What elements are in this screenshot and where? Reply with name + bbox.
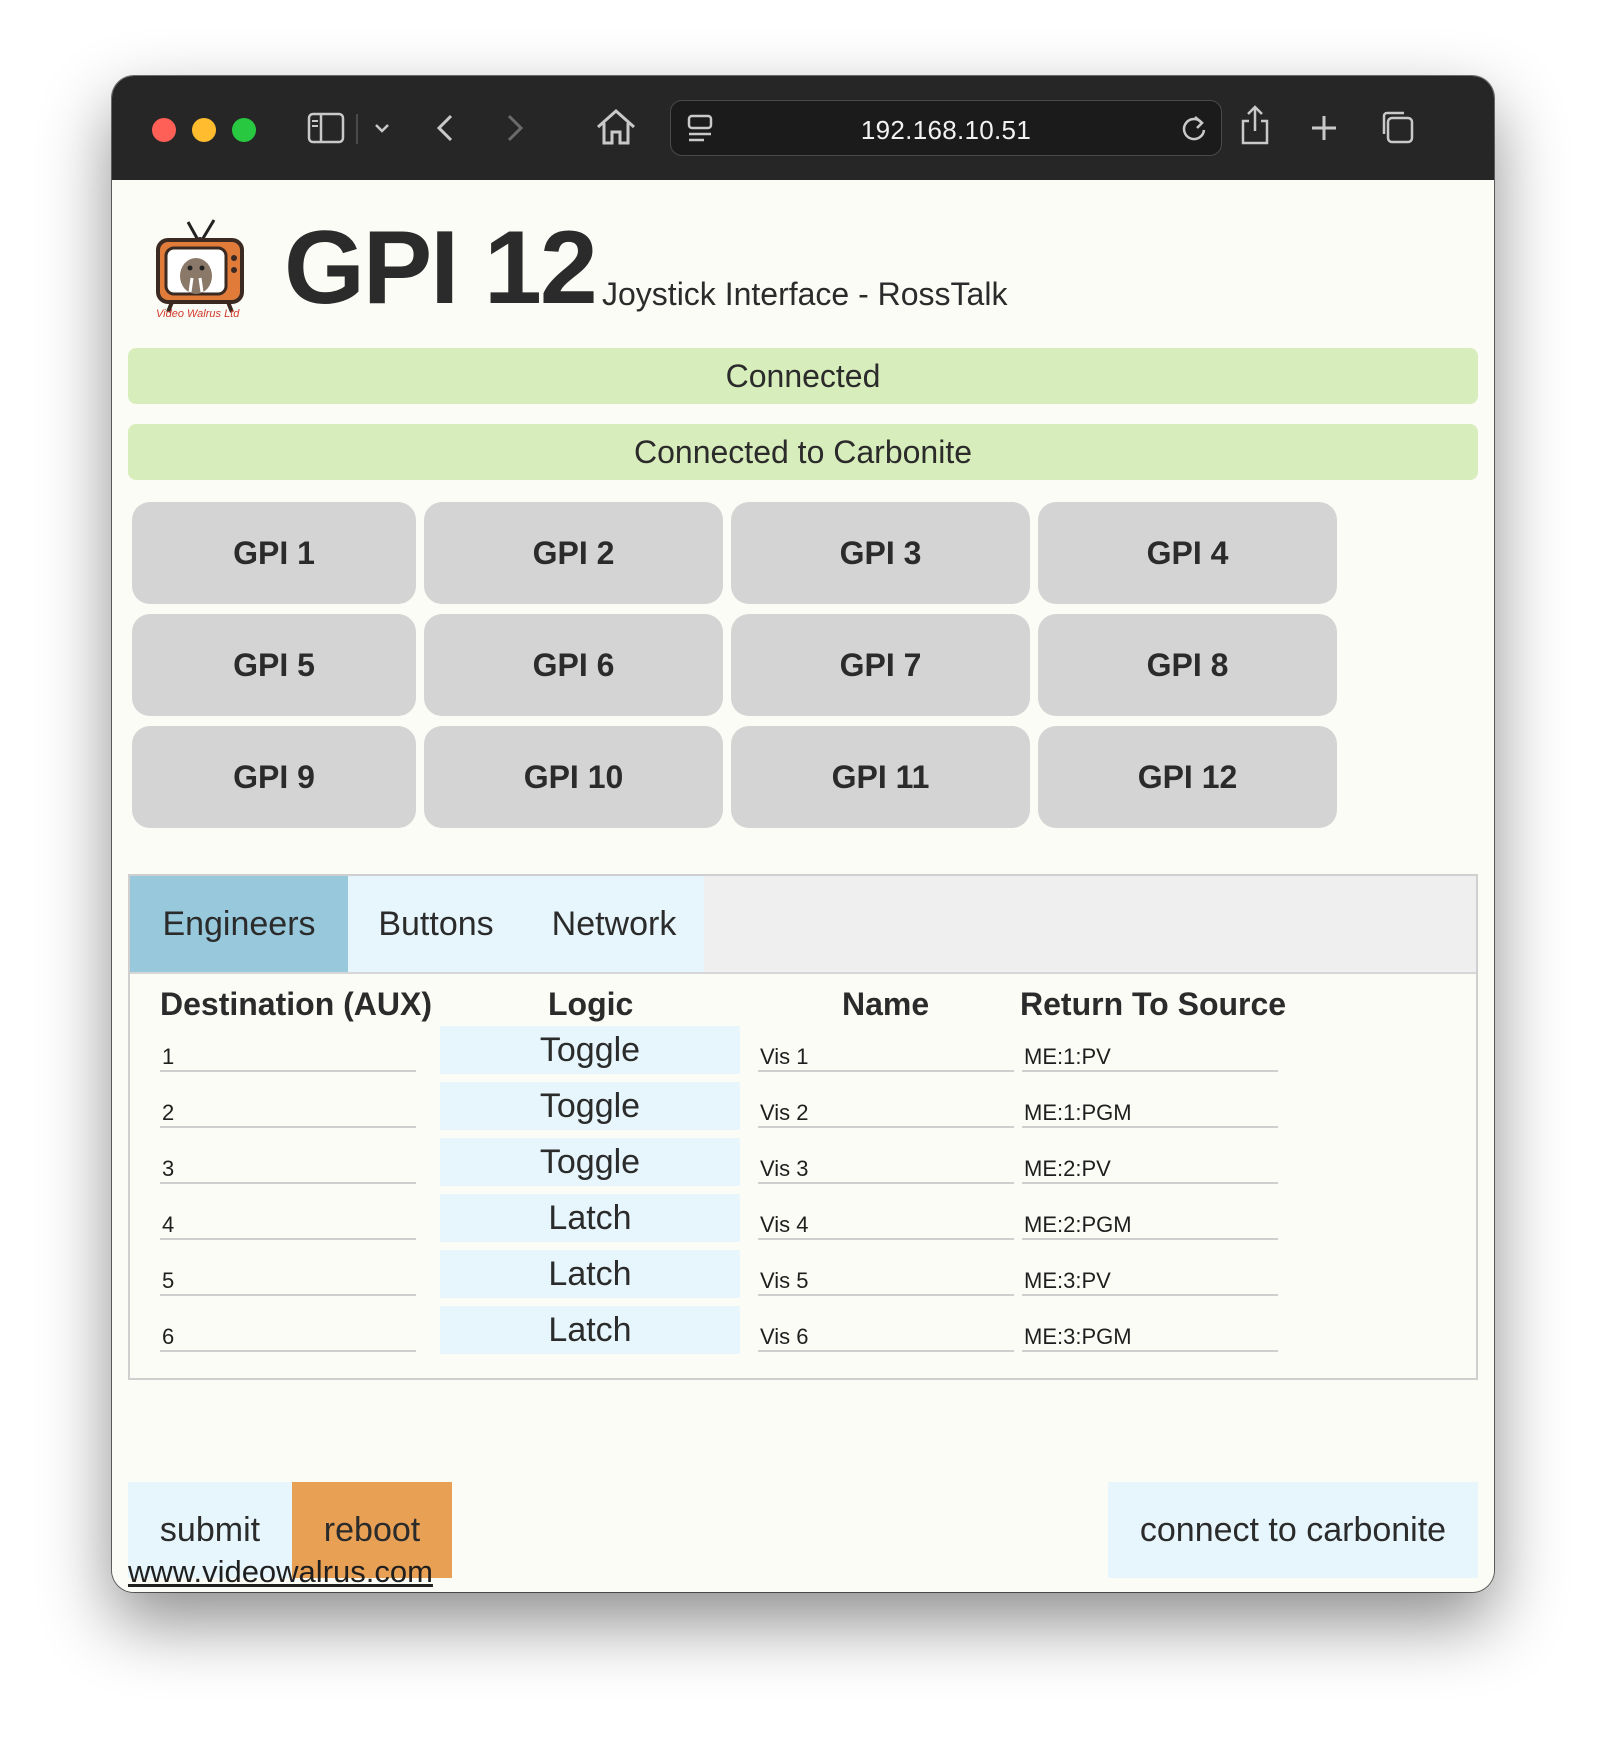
close-window-button[interactable] <box>152 118 176 142</box>
header-name: Name <box>842 986 930 1022</box>
address-bar[interactable]: 192.168.10.51 <box>670 100 1222 156</box>
new-tab-icon[interactable] <box>1308 112 1340 144</box>
browser-toolbar: 192.168.10.51 <box>112 76 1494 180</box>
share-icon[interactable] <box>1238 102 1272 148</box>
gpi-button-1[interactable]: GPI 1 <box>132 502 416 604</box>
forward-icon[interactable] <box>500 110 530 146</box>
return-source-input[interactable] <box>1022 1202 1278 1240</box>
carbonite-status: Connected to Carbonite <box>128 424 1478 480</box>
return-source-input[interactable] <box>1022 1258 1278 1296</box>
url-text: 192.168.10.51 <box>860 115 1032 145</box>
video-walrus-logo <box>152 218 248 318</box>
return-source-input[interactable] <box>1022 1314 1278 1352</box>
page-subtitle: Joystick Interface - RossTalk <box>602 276 1008 312</box>
header-destination: Destination (AUX) <box>160 986 432 1022</box>
name-input[interactable] <box>758 1090 1014 1128</box>
gpi-button-2[interactable]: GPI 2 <box>424 502 723 604</box>
home-icon[interactable] <box>594 106 638 148</box>
logic-toggle[interactable]: Latch <box>440 1306 740 1354</box>
name-input[interactable] <box>758 1202 1014 1240</box>
gpi-button-9[interactable]: GPI 9 <box>132 726 416 828</box>
gpi-button-10[interactable]: GPI 10 <box>424 726 723 828</box>
return-source-input[interactable] <box>1022 1034 1278 1072</box>
destination-input[interactable] <box>160 1314 416 1352</box>
minimize-window-button[interactable] <box>192 118 216 142</box>
gpi-button-12[interactable]: GPI 12 <box>1038 726 1337 828</box>
logic-toggle[interactable]: Toggle <box>440 1082 740 1130</box>
logic-toggle[interactable]: Latch <box>440 1250 740 1298</box>
name-input[interactable] <box>758 1034 1014 1072</box>
reload-icon[interactable] <box>1179 113 1209 143</box>
back-icon[interactable] <box>430 110 460 146</box>
destination-input[interactable] <box>160 1258 416 1296</box>
gpi-button-8[interactable]: GPI 8 <box>1038 614 1337 716</box>
page-content: Video Walrus Ltd GPI 12 Joystick Interfa… <box>112 180 1494 1592</box>
header-logic: Logic <box>548 986 634 1022</box>
destination-input[interactable] <box>160 1034 416 1072</box>
gpi-button-4[interactable]: GPI 4 <box>1038 502 1337 604</box>
connection-status: Connected <box>128 348 1478 404</box>
browser-window: 192.168.10.51 Video Walrus Ltd GPI 12 Jo… <box>112 76 1494 1592</box>
gpi-button-11[interactable]: GPI 11 <box>731 726 1030 828</box>
settings-panel: Engineers Buttons Network Destination (A… <box>128 874 1478 1380</box>
tab-buttons[interactable]: Buttons <box>348 876 524 972</box>
header-return-to-source: Return To Source <box>1020 986 1287 1022</box>
page-title: GPI 12 <box>284 210 598 326</box>
logic-toggle[interactable]: Toggle <box>440 1026 740 1074</box>
destination-input[interactable] <box>160 1202 416 1240</box>
logic-toggle[interactable]: Latch <box>440 1194 740 1242</box>
tab-overview-icon[interactable] <box>1378 108 1416 146</box>
gpi-button-5[interactable]: GPI 5 <box>132 614 416 716</box>
destination-input[interactable] <box>160 1146 416 1184</box>
name-input[interactable] <box>758 1258 1014 1296</box>
tab-network[interactable]: Network <box>524 876 704 972</box>
connect-to-carbonite-button[interactable]: connect to carbonite <box>1108 1482 1478 1578</box>
tab-engineers[interactable]: Engineers <box>130 876 348 972</box>
return-source-input[interactable] <box>1022 1090 1278 1128</box>
return-source-input[interactable] <box>1022 1146 1278 1184</box>
footer-website-link[interactable]: www.videowalrus.com <box>128 1554 433 1590</box>
logo-caption: Video Walrus Ltd <box>156 308 240 320</box>
toolbar-divider <box>356 114 358 144</box>
name-input[interactable] <box>758 1146 1014 1184</box>
tab-bar: Engineers Buttons Network <box>130 876 1476 974</box>
name-input[interactable] <box>758 1314 1014 1352</box>
sidebar-icon[interactable] <box>306 110 346 146</box>
destination-input[interactable] <box>160 1090 416 1128</box>
chevron-down-icon[interactable] <box>370 116 394 140</box>
zoom-window-button[interactable] <box>232 118 256 142</box>
gpi-button-3[interactable]: GPI 3 <box>731 502 1030 604</box>
logic-toggle[interactable]: Toggle <box>440 1138 740 1186</box>
gpi-button-6[interactable]: GPI 6 <box>424 614 723 716</box>
gpi-button-7[interactable]: GPI 7 <box>731 614 1030 716</box>
